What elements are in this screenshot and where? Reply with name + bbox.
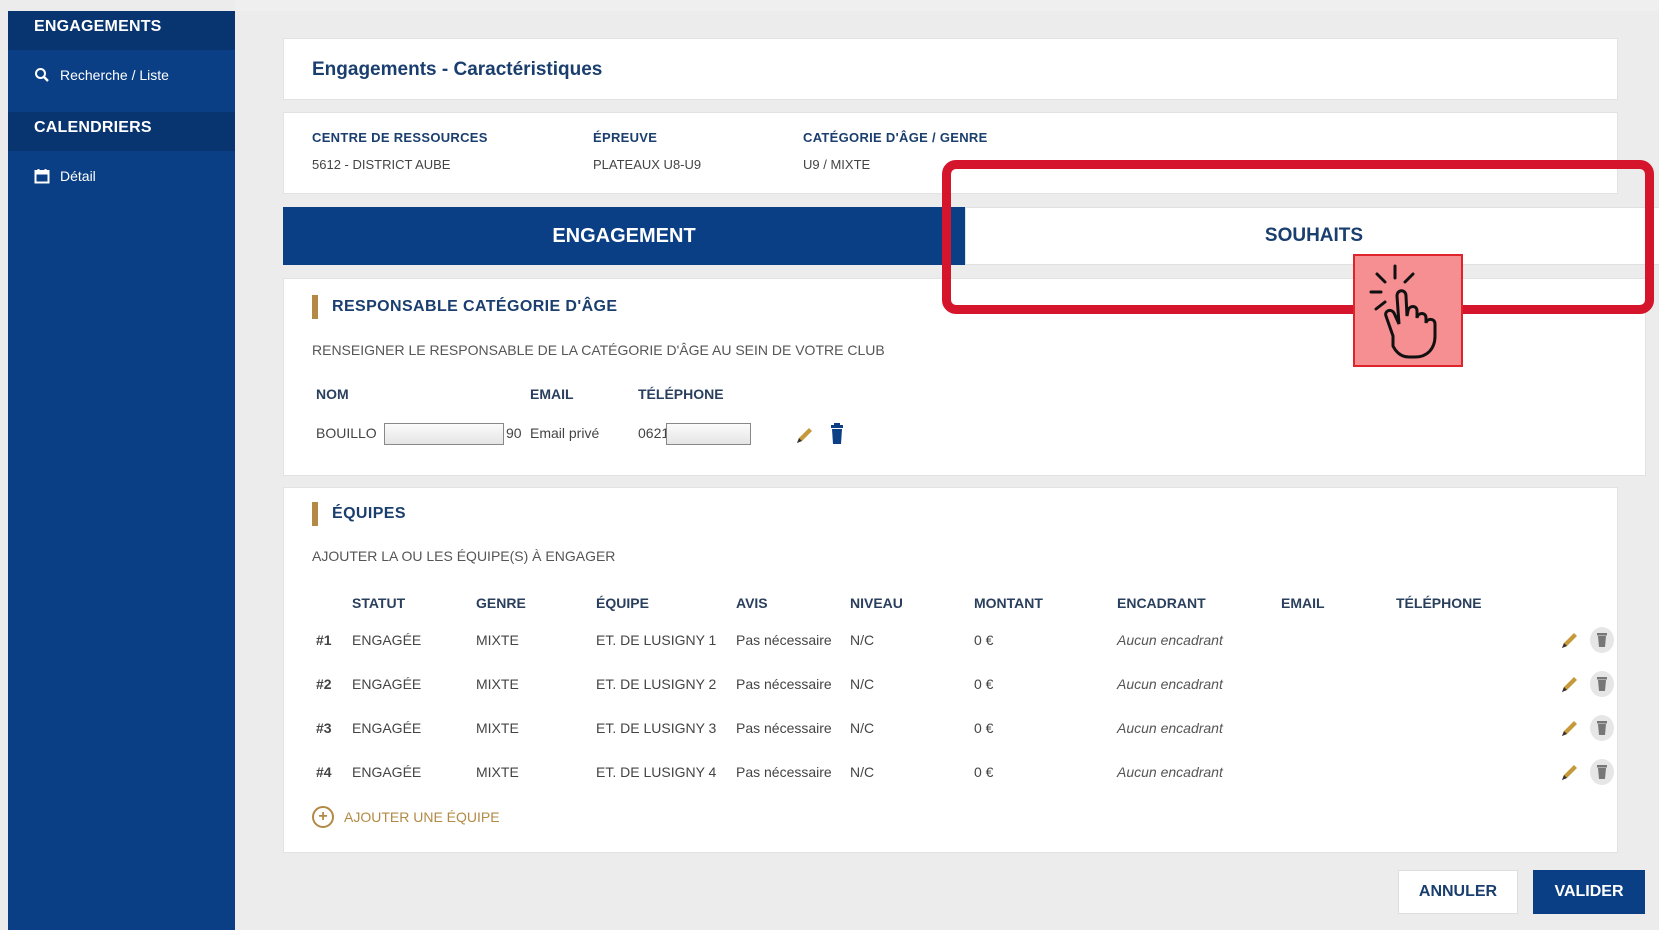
equipes-subtitle: AJOUTER LA OU LES ÉQUIPE(S) À ENGAGER [312, 548, 616, 564]
add-team-button[interactable]: + AJOUTER UNE ÉQUIPE [312, 806, 500, 828]
sidebar-item-label: Recherche / Liste [60, 66, 169, 83]
redacted-phone [666, 423, 751, 445]
responsable-nom-prefix: BOUILLO [316, 425, 377, 441]
row-statut: ENGAGÉE [352, 720, 422, 736]
search-icon [35, 67, 49, 82]
highlight-frame [942, 160, 1654, 314]
sidebar-section-engagements: ENGAGEMENTS [8, 11, 235, 50]
row-niveau: N/C [850, 676, 875, 692]
row-encadrant: Aucun encadrant [1117, 676, 1223, 692]
col-email: EMAIL [1281, 595, 1325, 611]
col-montant: MONTANT [974, 595, 1043, 611]
responsable-title: RESPONSABLE CATÉGORIE D'ÂGE [312, 295, 617, 319]
redacted-name [384, 423, 504, 445]
row-statut: ENGAGÉE [352, 676, 422, 692]
responsable-nom-suffix: 90 [506, 425, 522, 441]
delete-icon[interactable] [1589, 670, 1615, 698]
info-centre-value: 5612 - DISTRICT AUBE [312, 157, 451, 172]
info-centre: CENTRE DE RESSOURCES 5612 - DISTRICT AUB… [312, 130, 488, 172]
col-genre: GENRE [476, 595, 526, 611]
row-equipe: ET. DE LUSIGNY 2 [596, 676, 717, 692]
col-niveau: NIVEAU [850, 595, 903, 611]
delete-icon[interactable] [1589, 758, 1615, 786]
row-equipe: ET. DE LUSIGNY 1 [596, 632, 717, 648]
info-epreuve: ÉPREUVE PLATEAUX U8-U9 [593, 130, 701, 172]
responsable-telephone-prefix: 0621 [638, 425, 670, 441]
plus-circle-icon: + [312, 806, 334, 828]
edit-icon[interactable] [1559, 761, 1581, 783]
row-encadrant: Aucun encadrant [1117, 632, 1223, 648]
sidebar-item-recherche-liste[interactable]: Recherche / Liste [8, 50, 235, 99]
col-encadrant: ENCADRANT [1117, 595, 1206, 611]
info-categorie-label: CATÉGORIE D'ÂGE / GENRE [803, 130, 988, 145]
edit-icon[interactable] [1559, 629, 1581, 651]
row-avis: Pas nécessaire [736, 632, 832, 648]
equipes-card: ÉQUIPES AJOUTER LA OU LES ÉQUIPE(S) À EN… [283, 487, 1618, 853]
section-marker [312, 295, 318, 319]
row-statut: ENGAGÉE [352, 764, 422, 780]
equipes-title: ÉQUIPES [312, 502, 406, 526]
responsable-subtitle: RENSEIGNER LE RESPONSABLE DE LA CATÉGORI… [312, 342, 885, 358]
sidebar-section-calendriers: CALENDRIERS [8, 112, 235, 151]
row-niveau: N/C [850, 632, 875, 648]
col-telephone: TÉLÉPHONE [638, 386, 724, 402]
edit-icon[interactable] [794, 424, 816, 446]
sidebar-item-label: Détail [60, 167, 96, 184]
delete-icon[interactable] [829, 423, 845, 445]
row-genre: MIXTE [476, 632, 519, 648]
section-marker [312, 502, 318, 526]
row-montant: 0 € [974, 720, 994, 736]
delete-icon[interactable] [1589, 714, 1615, 742]
edit-icon[interactable] [1559, 673, 1581, 695]
tab-engagement[interactable]: ENGAGEMENT [283, 207, 965, 265]
equipes-title-text: ÉQUIPES [332, 505, 406, 522]
sidebar-item-detail[interactable]: Détail [8, 151, 235, 200]
row-genre: MIXTE [476, 764, 519, 780]
row-montant: 0 € [974, 632, 994, 648]
row-number: #2 [316, 676, 332, 692]
page-header-card: Engagements - Caractéristiques [283, 38, 1618, 100]
row-niveau: N/C [850, 764, 875, 780]
info-epreuve-value: PLATEAUX U8-U9 [593, 157, 702, 172]
page-title: Engagements - Caractéristiques [312, 59, 603, 80]
add-team-label: AJOUTER UNE ÉQUIPE [344, 809, 500, 825]
cancel-button[interactable]: ANNULER [1398, 870, 1518, 914]
row-number: #1 [316, 632, 332, 648]
row-encadrant: Aucun encadrant [1117, 764, 1223, 780]
responsable-email: Email privé [530, 425, 600, 441]
row-genre: MIXTE [476, 720, 519, 736]
edit-icon[interactable] [1559, 717, 1581, 739]
row-avis: Pas nécessaire [736, 764, 832, 780]
row-number: #4 [316, 764, 332, 780]
row-encadrant: Aucun encadrant [1117, 720, 1223, 736]
col-equipe: ÉQUIPE [596, 595, 649, 611]
delete-icon[interactable] [1589, 626, 1615, 654]
col-nom: NOM [316, 386, 349, 402]
responsable-title-text: RESPONSABLE CATÉGORIE D'ÂGE [332, 298, 618, 315]
sidebar: ENGAGEMENTS Recherche / Liste CALENDRIER… [8, 11, 235, 930]
row-avis: Pas nécessaire [736, 720, 832, 736]
info-epreuve-label: ÉPREUVE [593, 130, 658, 145]
row-avis: Pas nécessaire [736, 676, 832, 692]
col-statut: STATUT [352, 595, 406, 611]
row-niveau: N/C [850, 720, 875, 736]
row-genre: MIXTE [476, 676, 519, 692]
submit-button[interactable]: VALIDER [1533, 870, 1645, 914]
info-centre-label: CENTRE DE RESSOURCES [312, 130, 488, 145]
calendar-icon [34, 168, 50, 183]
click-hand-marker [1353, 254, 1463, 367]
row-montant: 0 € [974, 676, 994, 692]
col-email: EMAIL [530, 386, 574, 402]
pointer-hand-icon [1369, 264, 1437, 359]
col-avis: AVIS [736, 595, 768, 611]
row-montant: 0 € [974, 764, 994, 780]
top-strip [235, 0, 1659, 11]
row-number: #3 [316, 720, 332, 736]
row-statut: ENGAGÉE [352, 632, 422, 648]
col-telephone: TÉLÉPHONE [1396, 595, 1482, 611]
row-equipe: ET. DE LUSIGNY 4 [596, 764, 717, 780]
row-equipe: ET. DE LUSIGNY 3 [596, 720, 717, 736]
